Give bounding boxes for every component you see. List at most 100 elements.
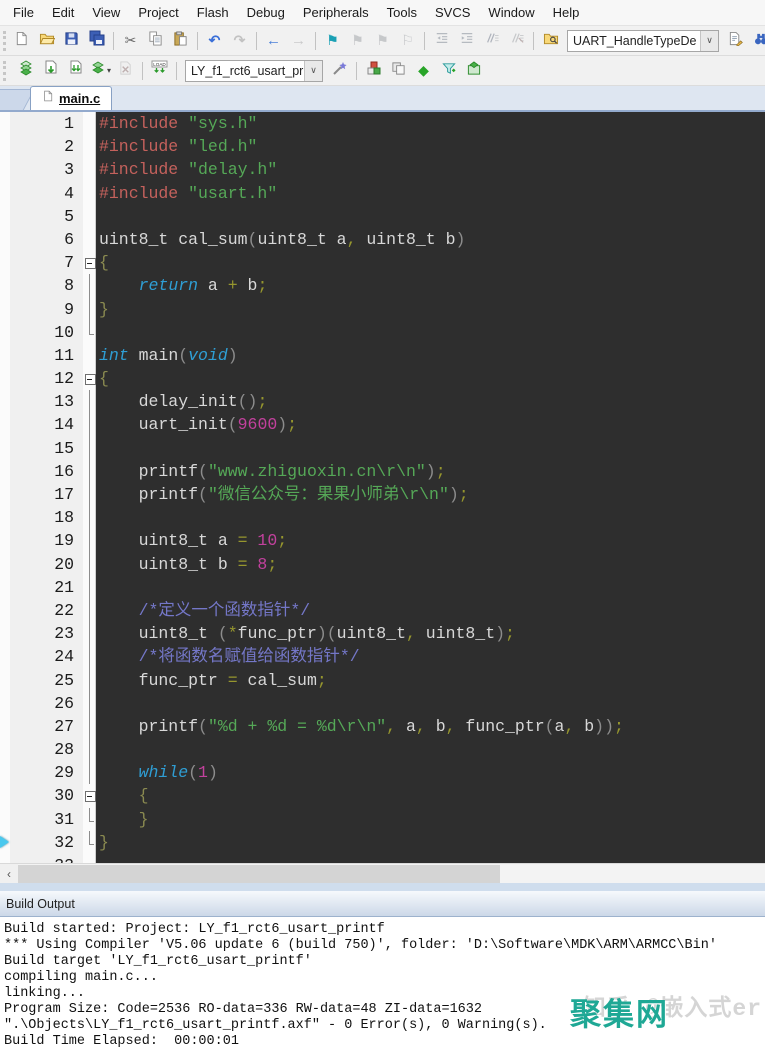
toolbar-grip[interactable] <box>3 30 6 51</box>
options-wand-icon <box>332 60 348 81</box>
bookmark-margin[interactable] <box>0 135 10 159</box>
menu-item-help[interactable]: Help <box>544 1 589 24</box>
line-number: 9 <box>10 297 83 321</box>
code-text: #include "delay.h" <box>99 160 278 180</box>
chevron-down-icon[interactable]: ∨ <box>700 30 718 51</box>
bookmark-margin[interactable] <box>0 784 10 808</box>
cut-button[interactable]: ✂ <box>118 29 143 53</box>
translate-file-button[interactable] <box>13 59 38 83</box>
menu-item-file[interactable]: File <box>4 1 43 24</box>
rebuild-button[interactable] <box>63 59 88 83</box>
bookmark-margin[interactable] <box>0 506 10 530</box>
code-line-25: 25 func_ptr = cal_sum; <box>0 668 765 692</box>
menu-item-window[interactable]: Window <box>479 1 543 24</box>
open-file-button[interactable] <box>34 29 59 53</box>
menu-item-debug[interactable]: Debug <box>238 1 294 24</box>
find-in-files-button[interactable] <box>538 29 563 53</box>
bookmark-margin[interactable] <box>0 112 10 136</box>
bookmark-margin[interactable] <box>0 807 10 831</box>
code-line-19: 19 uint8_t a = 10; <box>0 529 765 553</box>
software-packs-button[interactable]: ◆ <box>411 59 436 83</box>
menu-item-flash[interactable]: Flash <box>188 1 238 24</box>
horizontal-scrollbar[interactable]: ‹ <box>0 863 765 883</box>
bookmark-margin[interactable] <box>0 622 10 646</box>
code-editor[interactable]: 1 #include "sys.h" 2 #include "led.h" 3 #incl… <box>0 112 765 863</box>
bookmark-margin[interactable] <box>0 483 10 507</box>
bookmark-margin[interactable] <box>0 575 10 599</box>
bookmark-margin[interactable] <box>0 158 10 182</box>
bookmark-margin[interactable] <box>0 854 10 863</box>
find-in-files-results-button[interactable] <box>723 29 748 53</box>
menu-item-project[interactable]: Project <box>129 1 187 24</box>
select-packs-button[interactable] <box>436 59 461 83</box>
navigate-back-button[interactable]: ← <box>261 29 286 53</box>
toolbar-grip[interactable] <box>3 60 10 81</box>
bookmark-margin[interactable] <box>0 552 10 576</box>
menu-item-svcs[interactable]: SVCS <box>426 1 479 24</box>
pack-installer-button[interactable] <box>461 59 486 83</box>
line-number: 28 <box>10 738 83 762</box>
toggle-bookmark-button[interactable]: ⚑ <box>320 29 345 53</box>
bookmark-margin[interactable] <box>0 227 10 252</box>
batch-build-button[interactable]: ▾ <box>88 59 113 83</box>
save-button[interactable] <box>59 29 84 53</box>
fold-toggle-icon[interactable] <box>83 784 96 808</box>
bookmark-margin[interactable] <box>0 830 10 854</box>
target-options-button[interactable] <box>327 59 352 83</box>
bookmark-margin[interactable] <box>0 738 10 762</box>
bookmark-margin[interactable] <box>0 320 10 344</box>
tab-main-c[interactable]: main.c <box>30 86 113 110</box>
download-button[interactable]: LOAD <box>147 59 172 83</box>
bookmark-margin[interactable] <box>0 390 10 414</box>
menu-item-peripherals[interactable]: Peripherals <box>294 1 378 24</box>
bookmark-margin[interactable] <box>0 714 10 739</box>
undo-button[interactable]: ↶ <box>202 29 227 53</box>
bookmark-margin[interactable] <box>0 761 10 785</box>
new-file-button[interactable] <box>9 29 34 53</box>
bookmark-margin[interactable] <box>0 598 10 623</box>
target-combobox[interactable]: LY_f1_rct6_usart_pri ∨ <box>185 59 323 82</box>
pane-splitter[interactable] <box>0 883 765 891</box>
bookmark-margin[interactable] <box>0 367 10 391</box>
build-button[interactable] <box>38 59 63 83</box>
bookmark-margin[interactable] <box>0 181 10 205</box>
chevron-down-icon[interactable]: ∨ <box>304 60 322 81</box>
bookmark-margin[interactable] <box>0 204 10 228</box>
funnel-icon <box>441 61 457 81</box>
bookmark-margin[interactable] <box>0 297 10 321</box>
bookmark-margin[interactable] <box>0 274 10 298</box>
code-text: int main(void) <box>99 345 238 365</box>
line-number: 5 <box>10 204 83 228</box>
fold-margin <box>83 112 96 136</box>
menu-item-edit[interactable]: Edit <box>43 1 83 24</box>
manage-rte-button[interactable] <box>361 59 386 83</box>
scrollbar-thumb[interactable] <box>18 865 500 883</box>
target-combobox-value: LY_f1_rct6_usart_pri <box>191 63 304 78</box>
menu-item-view[interactable]: View <box>83 1 129 24</box>
paste-button[interactable] <box>168 29 193 53</box>
bookmark-margin[interactable] <box>0 645 10 669</box>
bookmark-margin[interactable] <box>0 413 10 437</box>
bookmark-margin[interactable] <box>0 459 10 483</box>
bookmark-margin[interactable] <box>0 668 10 692</box>
bookmark-margin[interactable] <box>0 343 10 368</box>
bookmark-margin[interactable] <box>0 436 10 460</box>
indent-icon <box>459 31 475 50</box>
toolbar-separator <box>142 61 143 80</box>
menu-item-tools[interactable]: Tools <box>378 1 426 24</box>
bookmark-margin[interactable] <box>0 251 10 275</box>
bookmark-margin[interactable] <box>0 691 10 715</box>
find-button[interactable] <box>748 29 765 53</box>
pack-installer-icon <box>466 60 482 81</box>
scroll-left-button[interactable]: ‹ <box>0 864 18 883</box>
fold-toggle-icon[interactable] <box>83 251 96 275</box>
dropdown-arrow-icon[interactable]: ▾ <box>107 66 111 75</box>
copy-button[interactable] <box>143 29 168 53</box>
comment-button <box>479 29 504 53</box>
save-all-button[interactable] <box>84 29 109 53</box>
symbol-combobox[interactable]: UART_HandleTypeDe ∨ <box>567 29 719 52</box>
file-extensions-button[interactable] <box>386 59 411 83</box>
bookmark-margin[interactable] <box>0 529 10 553</box>
fold-toggle-icon[interactable] <box>83 367 96 391</box>
save-all-icon <box>89 30 105 51</box>
